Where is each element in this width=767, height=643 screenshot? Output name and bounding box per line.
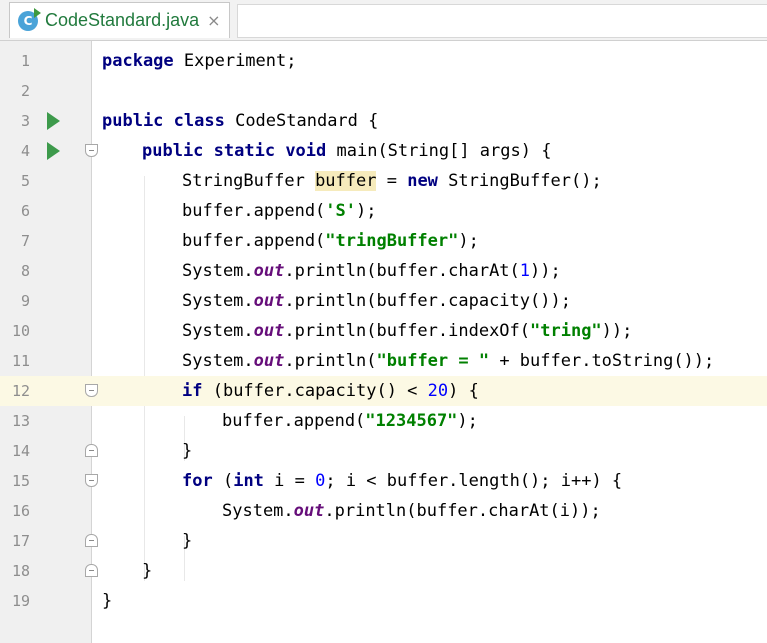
close-tab-icon[interactable]: × <box>207 11 220 30</box>
fold-end-icon[interactable] <box>85 444 98 457</box>
line-number: 17 <box>11 532 30 550</box>
line-number: 18 <box>11 562 30 580</box>
code-text: buffer.append('S'); <box>182 201 377 221</box>
code-text: } <box>182 441 193 461</box>
code-text: for (int i = 0; i < buffer.length(); i++… <box>182 471 623 491</box>
code-text: System.out.println(buffer.indexOf("tring… <box>182 321 633 341</box>
code-line: 4 public static void main(String[] args)… <box>0 136 767 166</box>
code-line: 10 System.out.println(buffer.indexOf("tr… <box>0 316 767 346</box>
fold-end-icon[interactable] <box>85 534 98 547</box>
code-line: 8 System.out.println(buffer.charAt(1)); <box>0 256 767 286</box>
tab-codestandard-java[interactable]: C CodeStandard.java × <box>9 2 230 38</box>
code-line: 14 } <box>0 436 767 466</box>
code-line: 15 for (int i = 0; i < buffer.length(); … <box>0 466 767 496</box>
code-line: 7 buffer.append("tringBuffer"); <box>0 226 767 256</box>
code-line: 1 package Experiment; <box>0 46 767 76</box>
fold-toggle-icon[interactable] <box>85 144 98 157</box>
line-number: 12 <box>0 376 30 406</box>
code-text: System.out.println(buffer.capacity()); <box>182 291 571 311</box>
code-text: } <box>182 531 193 551</box>
code-text: public static void main(String[] args) { <box>142 141 552 161</box>
code-editor[interactable]: 1 package Experiment; 2 3 public class C… <box>0 41 767 643</box>
code-line: 5 StringBuffer buffer = new StringBuffer… <box>0 166 767 196</box>
line-number: 3 <box>20 112 30 130</box>
code-line-current: 12 if (buffer.capacity() < 20) { <box>0 376 767 406</box>
runnable-marker-icon <box>34 7 41 18</box>
run-main-icon[interactable] <box>47 142 60 160</box>
line-number: 11 <box>11 352 30 370</box>
code-line: 16 System.out.println(buffer.charAt(i)); <box>0 496 767 526</box>
code-line: 6 buffer.append('S'); <box>0 196 767 226</box>
code-line: 9 System.out.println(buffer.capacity()); <box>0 286 767 316</box>
run-class-icon[interactable] <box>47 112 60 130</box>
line-number: 13 <box>11 412 30 430</box>
line-number: 2 <box>20 82 30 100</box>
line-number: 19 <box>11 592 30 610</box>
line-number: 9 <box>20 292 30 310</box>
tab-bar-empty-area <box>237 4 767 38</box>
java-class-icon: C <box>18 7 41 31</box>
code-text: buffer.append("tringBuffer"); <box>182 231 479 251</box>
code-text: System.out.println(buffer.charAt(i)); <box>222 501 601 521</box>
code-text: System.out.println(buffer.charAt(1)); <box>182 261 561 281</box>
line-number: 4 <box>20 142 30 160</box>
code-line: 17 } <box>0 526 767 556</box>
code-text: buffer.append("1234567"); <box>222 411 478 431</box>
code-line: 2 <box>0 76 767 106</box>
code-text: } <box>102 591 113 611</box>
code-line: 13 buffer.append("1234567"); <box>0 406 767 436</box>
code-line: 3 public class CodeStandard { <box>0 106 767 136</box>
code-text: } <box>142 561 153 581</box>
line-number: 15 <box>11 472 30 490</box>
line-number: 8 <box>20 262 30 280</box>
code-text: StringBuffer buffer = new StringBuffer()… <box>182 171 602 191</box>
fold-toggle-icon[interactable] <box>85 384 98 397</box>
fold-end-icon[interactable] <box>85 564 98 577</box>
code-text: package Experiment; <box>102 51 297 71</box>
line-number: 14 <box>11 442 30 460</box>
line-number: 6 <box>20 202 30 220</box>
code-line: 11 System.out.println("buffer = " + buff… <box>0 346 767 376</box>
code-line: 19 } <box>0 586 767 616</box>
line-number: 7 <box>20 232 30 250</box>
tab-title: CodeStandard.java <box>45 10 200 30</box>
line-number: 1 <box>20 52 30 70</box>
editor-tab-bar: C CodeStandard.java × <box>0 0 767 41</box>
code-line: 18 } <box>0 556 767 586</box>
line-number: 5 <box>20 172 30 190</box>
line-number: 16 <box>11 502 30 520</box>
code-text: public class CodeStandard { <box>102 111 379 131</box>
code-text: if (buffer.capacity() < 20) { <box>182 381 479 401</box>
line-number: 10 <box>11 322 30 340</box>
code-text: System.out.println("buffer = " + buffer.… <box>182 351 715 371</box>
fold-toggle-icon[interactable] <box>85 474 98 487</box>
